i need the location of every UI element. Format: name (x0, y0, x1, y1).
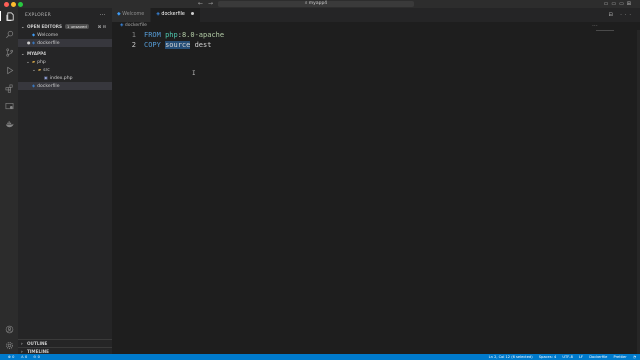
explorer-icon[interactable] (0, 11, 19, 21)
extensions-icon[interactable] (4, 83, 14, 93)
selected-text: source (165, 41, 191, 49)
command-center[interactable]: ⌕ myapp4 (218, 1, 414, 7)
docker-file-icon: ◈ (120, 23, 124, 28)
tree-item-dockerfile[interactable]: ◈ dockerfile (18, 82, 112, 90)
open-editor-item-welcome[interactable]: ◆ Welcome (18, 31, 112, 39)
tab-label: dockerfile (161, 12, 185, 17)
forward-arrow-icon[interactable]: → (208, 0, 213, 8)
more-actions-icon[interactable]: ··· (99, 8, 106, 23)
open-editors-section[interactable]: ⌄ OPEN EDITORS 1 unsaved ⊠ ⊟ (18, 23, 112, 31)
project-section[interactable]: ⌄ MYAPP4 (18, 50, 112, 58)
settings-gear-icon[interactable] (4, 340, 14, 350)
outline-label: OUTLINE (27, 341, 48, 346)
minimap[interactable] (596, 30, 614, 31)
line-number: 1 (131, 31, 136, 39)
ports-count[interactable]: ⊙ 0 (33, 355, 39, 359)
tab-bar: ◆ Welcome ◈ dockerfile ⊟ ··· (112, 8, 640, 22)
editor-actions[interactable]: ⊟ ··· (608, 8, 634, 22)
window-title: myapp4 (308, 1, 328, 6)
unsaved-dot-icon[interactable] (191, 12, 195, 15)
open-editor-label: Welcome (37, 33, 59, 38)
warnings-count[interactable]: ⚠ 0 (21, 355, 28, 359)
tree-item-label: dockerfile (37, 84, 60, 89)
tab-welcome[interactable]: ◆ Welcome (112, 8, 152, 22)
line-number: 2 (131, 41, 136, 49)
tree-item-label: php (37, 60, 46, 65)
minimap-more-icon: ··· (592, 23, 598, 30)
activity-bar (0, 8, 18, 354)
breadcrumb[interactable]: ◈ dockerfile (112, 22, 640, 30)
tree-item-src[interactable]: ⌄ ▰ src (18, 66, 112, 74)
explorer-sidebar: EXPLORER ··· ⌄ OPEN EDITORS 1 unsaved ⊠ ⊟ … (18, 8, 112, 354)
code-line[interactable]: 1 FROM php:8.0-apache (112, 30, 640, 40)
maximize-window-button[interactable] (18, 1, 23, 7)
image-token: php (165, 31, 178, 39)
code-editor[interactable]: 1 FROM php:8.0-apache 2 COPY source dest (112, 30, 640, 50)
docker-icon[interactable] (4, 119, 14, 129)
open-editor-item-dockerfile[interactable]: ● ◈ dockerfile (18, 39, 112, 47)
open-editors-label: OPEN EDITORS (27, 24, 63, 29)
keyword-token: COPY (144, 41, 161, 49)
title-bar: ← → ⌕ myapp4 ▭▭▭⊞ (0, 0, 640, 8)
tab-label: Welcome (122, 12, 145, 17)
text-cursor-icon: I (192, 70, 196, 77)
encoding[interactable]: UTF-8 (562, 355, 572, 359)
sidebar-header: EXPLORER ··· (18, 8, 112, 23)
docker-file-icon: ◈ (32, 40, 36, 45)
run-debug-icon[interactable] (4, 65, 14, 75)
folder-icon: ▰ (32, 59, 36, 64)
status-bar: ⊗ 0 ⚠ 0 ⊙ 0 Ln 2, Col 12 (6 selected) Sp… (0, 354, 640, 360)
status-left[interactable]: ⊗ 0 ⚠ 0 ⊙ 0 (3, 354, 40, 360)
php-file-icon: ▣ (44, 75, 48, 80)
breadcrumb-item[interactable]: dockerfile (125, 23, 147, 28)
unsaved-badge: 1 unsaved (65, 24, 89, 29)
source-control-icon[interactable] (4, 47, 14, 57)
open-editors-actions[interactable]: ⊠ ⊟ (98, 23, 106, 31)
dest-token: dest (194, 41, 212, 49)
tree-item-index-php[interactable]: ▣ index.php (18, 74, 112, 82)
layout-controls[interactable]: ▭▭▭⊞ (604, 1, 634, 7)
code-line[interactable]: 2 COPY source dest (112, 40, 640, 50)
tree-item-php[interactable]: ⌄ ▰ php (18, 58, 112, 66)
status-right: Ln 2, Col 12 (6 selected) Spaces: 4 UTF-… (484, 354, 636, 360)
account-icon[interactable] (4, 324, 14, 334)
errors-count[interactable]: ⊗ 0 (8, 355, 14, 359)
docker-file-icon: ◈ (156, 12, 160, 17)
search-icon: ⌕ (304, 1, 308, 6)
notifications-bell-icon[interactable]: ◔ (633, 355, 636, 359)
language-mode[interactable]: Dockerfile (589, 355, 607, 359)
tab-dockerfile[interactable]: ◈ dockerfile (151, 8, 202, 22)
open-editor-label: dockerfile (37, 41, 60, 46)
editor-area: ◆ Welcome ◈ dockerfile ⊟ ··· ◈ dockerfil… (112, 8, 640, 354)
docker-file-icon: ◈ (32, 83, 36, 88)
sidebar-title: EXPLORER (25, 13, 52, 18)
remote-explorer-icon[interactable] (4, 101, 14, 111)
prettier-status[interactable]: Prettier (613, 355, 626, 359)
close-window-button[interactable] (4, 1, 9, 7)
cursor-position[interactable]: Ln 2, Col 12 (6 selected) (489, 355, 533, 359)
back-arrow-icon[interactable]: ← (198, 0, 203, 8)
tag-token: 8.0-apache (181, 31, 225, 39)
project-label: MYAPP4 (27, 51, 47, 56)
vscode-icon: ◆ (117, 12, 121, 17)
search-icon[interactable] (4, 29, 14, 39)
minimize-window-button[interactable] (11, 1, 16, 7)
indentation[interactable]: Spaces: 4 (539, 355, 556, 359)
tree-item-label: src (43, 68, 50, 73)
folder-icon: ▰ (38, 67, 42, 72)
keyword-token: FROM (144, 31, 161, 39)
line-ending[interactable]: LF (579, 355, 583, 359)
vscode-icon: ◆ (32, 32, 36, 37)
tree-item-label: index.php (49, 76, 73, 81)
